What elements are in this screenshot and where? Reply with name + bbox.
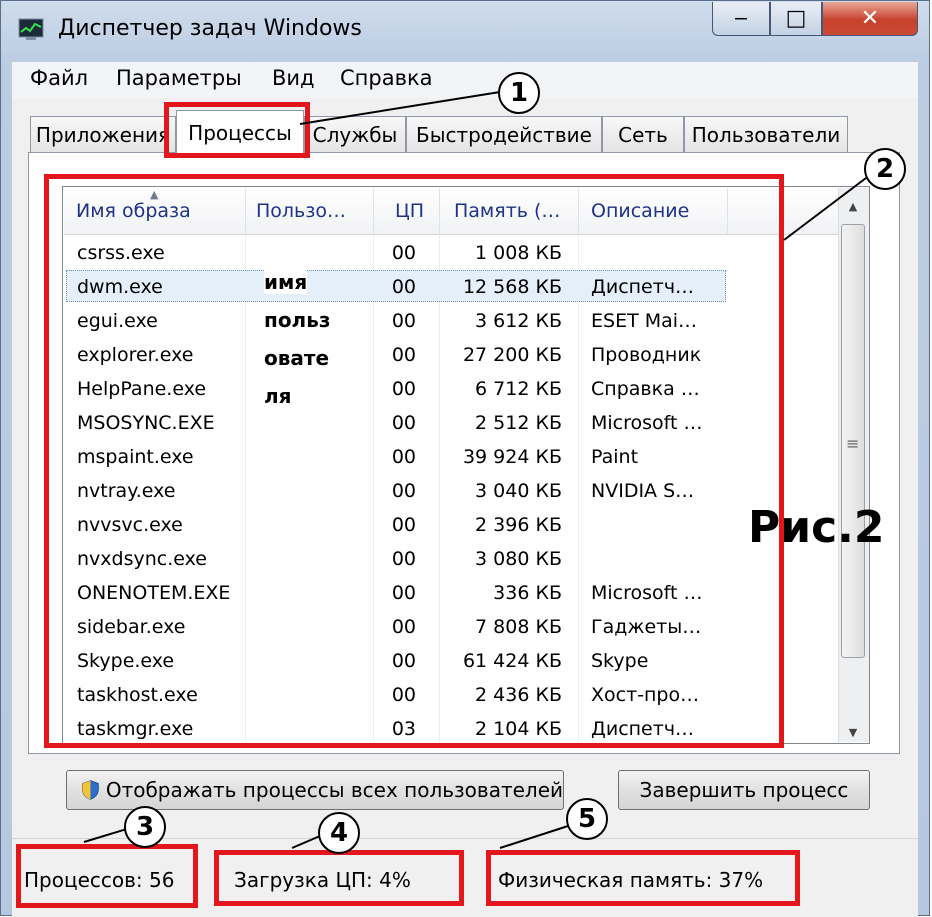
tab-network[interactable]: Сеть (602, 116, 684, 152)
annotation-box-memory (486, 850, 800, 906)
tab-performance[interactable]: Быстродействие (406, 116, 602, 152)
close-button[interactable]: ✕ (822, 2, 918, 36)
annotation-box-process-count (16, 844, 198, 908)
callout-1: 1 (498, 72, 540, 114)
task-manager-icon (18, 18, 44, 40)
tab-users[interactable]: Пользователи (684, 116, 848, 152)
callout-2: 2 (864, 148, 906, 190)
uac-shield-icon (82, 780, 99, 800)
scroll-down-icon[interactable]: ▼ (838, 716, 868, 748)
maximize-icon: □ (785, 6, 807, 31)
scroll-up-icon[interactable]: ▲ (838, 190, 868, 222)
menu-options[interactable]: Параметры (116, 66, 242, 90)
show-all-processes-label: Отображать процессы всех пользователей (105, 778, 563, 802)
annotation-box-processes-tab (164, 102, 310, 158)
callout-4: 4 (318, 812, 360, 854)
annotation-box-cpu (214, 850, 464, 906)
close-icon: ✕ (860, 6, 880, 31)
annotation-box-process-list (44, 174, 784, 748)
tab-services[interactable]: Службы (304, 116, 406, 152)
menu-help[interactable]: Справка (340, 66, 433, 90)
callout-5: 5 (566, 798, 608, 840)
window-title: Диспетчер задач Windows (58, 16, 362, 41)
minimize-icon: ‒ (734, 6, 748, 31)
menu-file[interactable]: Файл (30, 66, 88, 90)
show-all-processes-button[interactable]: Отображать процессы всех пользователей (66, 770, 564, 810)
scroll-grip-icon: ≡ (846, 434, 860, 453)
end-process-button[interactable]: Завершить процесс (618, 770, 870, 810)
tab-applications[interactable]: Приложения (30, 116, 176, 152)
minimize-button[interactable]: ‒ (712, 2, 770, 36)
maximize-button[interactable]: □ (770, 2, 822, 36)
callout-3: 3 (124, 806, 166, 848)
menu-view[interactable]: Вид (272, 66, 315, 90)
